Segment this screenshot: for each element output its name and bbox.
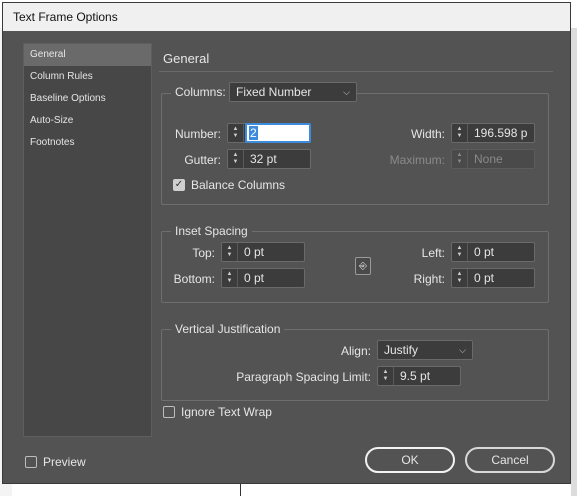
checkbox-icon[interactable]	[25, 456, 37, 468]
right-label: Right:	[413, 272, 445, 286]
balance-columns-label: Balance Columns	[191, 178, 286, 192]
columns-type-dropdown[interactable]: Fixed Number ⌵	[229, 82, 357, 102]
number-input[interactable]: 2	[245, 123, 311, 143]
vertical-justification-title: Vertical Justification	[171, 322, 285, 336]
paragraph-spacing-limit-label: Paragraph Spacing Limit:	[236, 370, 371, 384]
paragraph-spacing-limit-value: 9.5 pt	[400, 369, 431, 383]
spacing-spin-arrows-icon[interactable]: ▲ ▼	[378, 367, 394, 385]
dialog-title: Text Frame Options	[13, 10, 118, 24]
text-frame-options-dialog: Text Frame Options General Column Rules …	[2, 2, 571, 484]
left-label: Left:	[421, 246, 445, 260]
columns-type-value: Fixed Number	[236, 85, 312, 99]
gutter-value: 32 pt	[250, 152, 277, 166]
left-value: 0 pt	[474, 245, 495, 259]
preview-checkbox[interactable]: Preview	[25, 455, 86, 469]
maximum-stepper: ▲ ▼ None	[451, 149, 535, 169]
left-stepper[interactable]: ▲ ▼ 0 pt	[451, 242, 535, 262]
paragraph-spacing-limit-stepper[interactable]: ▲ ▼ 9.5 pt	[377, 366, 461, 386]
chevron-down-icon: ⌵	[343, 86, 350, 97]
dialog-titlebar: Text Frame Options	[3, 3, 570, 31]
number-label: Number:	[174, 127, 221, 141]
ok-button[interactable]: OK	[365, 447, 455, 473]
right-spin-arrows-icon[interactable]: ▲ ▼	[452, 269, 468, 287]
top-label: Top:	[192, 246, 215, 260]
right-stepper[interactable]: ▲ ▼ 0 pt	[451, 268, 535, 288]
width-value: 196.598 p	[474, 126, 528, 140]
left-spin-arrows-icon[interactable]: ▲ ▼	[452, 243, 468, 261]
gutter-label: Gutter:	[184, 153, 221, 167]
sidebar-item-baseline-options[interactable]: Baseline Options	[24, 88, 151, 110]
number-value: 2	[249, 126, 258, 140]
sidebar-item-auto-size[interactable]: Auto-Size	[24, 110, 151, 132]
columns-label: Columns:	[171, 85, 230, 99]
bottom-value: 0 pt	[244, 271, 265, 285]
options-sidebar: General Column Rules Baseline Options Au…	[23, 43, 152, 437]
section-title: General	[163, 51, 210, 66]
sidebar-item-column-rules[interactable]: Column Rules	[24, 66, 151, 88]
maximum-value: None	[474, 152, 503, 166]
align-dropdown[interactable]: Justify ⌵	[377, 340, 473, 360]
width-label: Width:	[410, 127, 445, 141]
balance-columns-checkbox[interactable]: ✓ Balance Columns	[173, 178, 285, 192]
ignore-text-wrap-label: Ignore Text Wrap	[181, 405, 272, 419]
chevron-down-icon: ⌵	[459, 344, 466, 355]
background-document-edge	[571, 28, 577, 496]
checkmark-icon[interactable]: ✓	[173, 179, 185, 191]
gutter-stepper[interactable]: ▲ ▼ 32 pt	[227, 149, 311, 169]
bottom-spin-arrows-icon[interactable]: ▲ ▼	[222, 269, 238, 287]
cancel-label: Cancel	[491, 453, 529, 467]
vertical-justification-group	[161, 329, 549, 401]
ignore-text-wrap-checkbox[interactable]: Ignore Text Wrap	[163, 405, 272, 419]
cancel-button[interactable]: Cancel	[465, 447, 555, 473]
top-spin-arrows-icon[interactable]: ▲ ▼	[222, 243, 238, 261]
maximum-spin-arrows-icon: ▲ ▼	[452, 150, 468, 168]
number-spin-arrows-icon[interactable]: ▲ ▼	[228, 124, 244, 142]
top-stepper[interactable]: ▲ ▼ 0 pt	[221, 242, 305, 262]
sidebar-item-footnotes[interactable]: Footnotes	[24, 132, 151, 154]
right-value: 0 pt	[474, 271, 495, 285]
bottom-stepper[interactable]: ▲ ▼ 0 pt	[221, 268, 305, 288]
checkbox-icon[interactable]	[163, 406, 175, 418]
top-value: 0 pt	[244, 245, 265, 259]
ok-label: OK	[401, 453, 419, 467]
width-stepper[interactable]: ▲ ▼ 196.598 p	[451, 123, 535, 143]
inset-spacing-title: Inset Spacing	[171, 224, 252, 238]
section-divider	[159, 71, 553, 72]
preview-label: Preview	[43, 455, 86, 469]
gutter-spin-arrows-icon[interactable]: ▲ ▼	[228, 150, 244, 168]
link-values-icon[interactable]: ⎆	[355, 257, 371, 275]
align-label: Align:	[340, 344, 371, 358]
maximum-label: Maximum:	[389, 153, 445, 167]
align-value: Justify	[384, 343, 419, 357]
bottom-label: Bottom:	[173, 272, 215, 286]
width-spin-arrows-icon[interactable]: ▲ ▼	[452, 124, 468, 142]
sidebar-item-general[interactable]: General	[24, 44, 151, 66]
